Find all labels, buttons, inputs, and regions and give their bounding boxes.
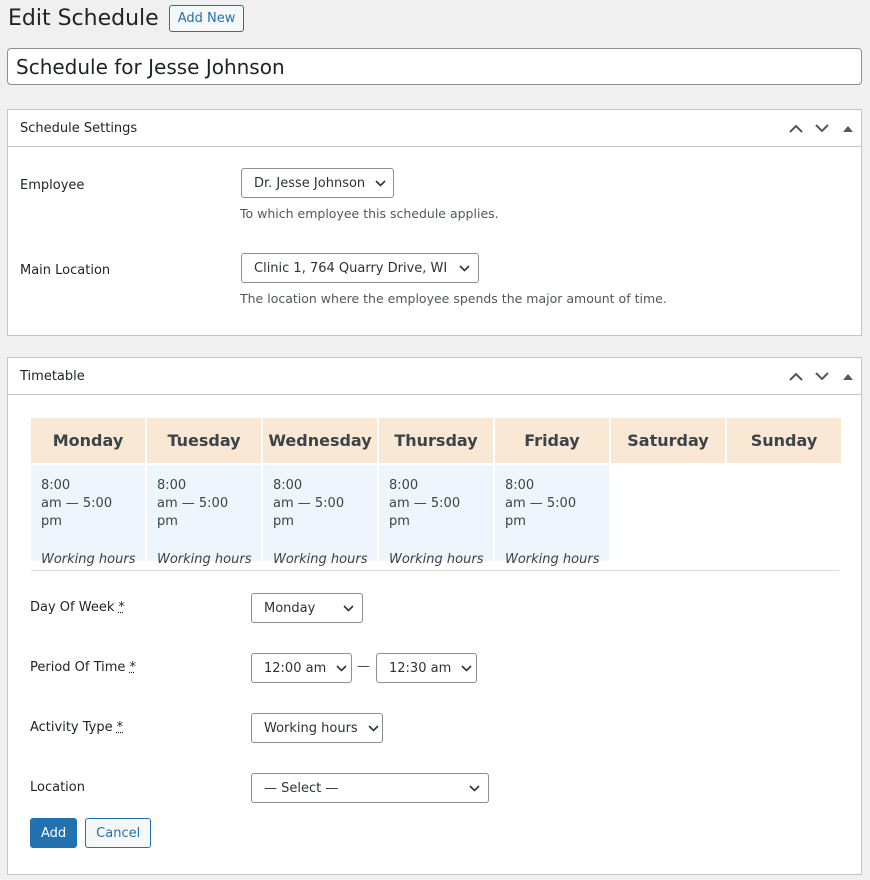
chevron-down-icon — [469, 784, 480, 792]
timetable-entry-tuesday[interactable]: 8:00 am — 5:00 pm Working hours — [147, 465, 261, 567]
day-of-week-select[interactable]: Monday — [251, 593, 363, 623]
period-start-select[interactable]: 12:00 am — [251, 653, 352, 683]
schedule-settings-box: Schedule Settings Employee Dr. Jesse Joh… — [7, 109, 862, 336]
entry-start: 8:00 — [505, 478, 535, 493]
day-of-week-value: Monday — [264, 600, 316, 616]
employee-label: Employee — [20, 178, 85, 193]
chevron-down-icon — [459, 264, 470, 272]
move-up-button[interactable] — [783, 110, 809, 146]
period-start-value: 12:00 am — [264, 660, 327, 676]
activity-type-select[interactable]: Working hours — [251, 713, 383, 743]
employee-select[interactable]: Dr. Jesse Johnson — [241, 168, 394, 198]
move-up-button[interactable] — [783, 358, 809, 394]
entry-kind: Working hours — [505, 552, 600, 567]
location-select[interactable]: — Select — — [251, 773, 489, 803]
entry-start: 8:00 — [157, 478, 187, 493]
employee-row: Employee — [20, 178, 84, 193]
chevron-up-icon — [789, 372, 803, 381]
triangle-up-icon — [843, 373, 853, 380]
timetable-empty-sunday — [727, 465, 841, 561]
activity-type-label: Activity Type — [30, 720, 113, 735]
period-end-value: 12:30 am — [389, 660, 452, 676]
employee-description: To which employee this schedule applies. — [240, 206, 499, 221]
move-down-button[interactable] — [809, 358, 835, 394]
chevron-down-icon — [461, 664, 472, 672]
day-header-monday: Monday — [31, 418, 145, 463]
entry-start: 8:00 — [389, 478, 419, 493]
timetable-entry-wednesday[interactable]: 8:00 am — 5:00 pm Working hours — [263, 465, 377, 567]
period-separator: — — [357, 659, 370, 674]
entry-start: 8:00 — [273, 478, 303, 493]
entry-end: am — 5:00 pm — [505, 496, 577, 529]
timetable-entry-thursday[interactable]: 8:00 am — 5:00 pm Working hours — [379, 465, 493, 567]
schedule-title-input[interactable] — [7, 48, 862, 85]
period-label-row: Period Of Time * — [30, 660, 136, 675]
triangle-up-icon — [843, 125, 853, 132]
chevron-down-icon — [375, 179, 386, 187]
activity-type-value: Working hours — [264, 720, 358, 736]
location-label-row: Location — [30, 780, 85, 795]
timetable-grid: Monday Tuesday Wednesday Thursday Friday… — [31, 418, 841, 567]
day-header-thursday: Thursday — [379, 418, 493, 463]
required-marker: * — [116, 720, 124, 735]
day-header-wednesday: Wednesday — [263, 418, 377, 463]
entry-end: am — 5:00 pm — [41, 496, 113, 529]
chevron-down-icon — [336, 664, 347, 672]
cancel-button[interactable]: Cancel — [85, 818, 152, 848]
required-marker: * — [129, 660, 136, 675]
period-of-time-label: Period Of Time — [30, 660, 126, 675]
day-of-week-label-row: Day Of Week * — [30, 600, 125, 615]
timetable-title: Timetable — [20, 368, 85, 384]
entry-end: am — 5:00 pm — [273, 496, 345, 529]
main-location-label: Main Location — [20, 263, 111, 278]
entry-kind: Working hours — [157, 552, 252, 567]
schedule-settings-header: Schedule Settings — [8, 110, 861, 147]
form-actions: Add Cancel — [30, 818, 152, 848]
page-title: Edit Schedule — [8, 6, 159, 31]
location-row: Main Location — [20, 263, 110, 278]
chevron-down-icon — [368, 724, 379, 732]
timetable-entry-friday[interactable]: 8:00 am — 5:00 pm Working hours — [495, 465, 609, 567]
main-location-description: The location where the employee spends t… — [240, 291, 667, 306]
day-header-sunday: Sunday — [727, 418, 841, 463]
required-marker: * — [118, 600, 125, 615]
entry-kind: Working hours — [273, 552, 368, 567]
employee-select-value: Dr. Jesse Johnson — [254, 175, 366, 191]
timetable-entry-monday[interactable]: 8:00 am — 5:00 pm Working hours — [31, 465, 145, 567]
timetable-box: Timetable Monday Tuesday Wednesday Thurs… — [7, 357, 862, 875]
box-handle-actions — [783, 110, 861, 146]
page-header: Edit Schedule Add New — [8, 5, 245, 32]
main-location-select-value: Clinic 1, 764 Quarry Drive, WI — [254, 260, 448, 276]
schedule-settings-title: Schedule Settings — [20, 120, 138, 136]
entry-kind: Working hours — [41, 552, 136, 567]
entry-kind: Working hours — [389, 552, 484, 567]
toggle-panel-button[interactable] — [835, 358, 861, 394]
activity-type-label-row: Activity Type * — [30, 720, 123, 735]
timetable-divider — [31, 570, 839, 571]
toggle-panel-button[interactable] — [835, 110, 861, 146]
day-header-saturday: Saturday — [611, 418, 725, 463]
move-down-button[interactable] — [809, 110, 835, 146]
chevron-up-icon — [789, 124, 803, 133]
chevron-down-icon — [815, 371, 829, 380]
main-location-select[interactable]: Clinic 1, 764 Quarry Drive, WI — [241, 253, 479, 283]
timetable-empty-saturday — [611, 465, 725, 561]
day-of-week-label: Day Of Week — [30, 600, 115, 615]
period-end-select[interactable]: 12:30 am — [376, 653, 477, 683]
entry-end: am — 5:00 pm — [157, 496, 229, 529]
location-label: Location — [30, 780, 85, 795]
add-button[interactable]: Add — [30, 818, 78, 848]
chevron-down-icon — [343, 604, 354, 612]
add-new-button[interactable]: Add New — [168, 5, 245, 32]
location-select-value: — Select — — [264, 780, 339, 796]
entry-end: am — 5:00 pm — [389, 496, 461, 529]
timetable-header: Timetable — [8, 358, 861, 395]
entry-start: 8:00 — [41, 478, 71, 493]
chevron-down-icon — [815, 123, 829, 132]
day-header-friday: Friday — [495, 418, 609, 463]
day-header-tuesday: Tuesday — [147, 418, 261, 463]
box-handle-actions — [783, 358, 861, 394]
